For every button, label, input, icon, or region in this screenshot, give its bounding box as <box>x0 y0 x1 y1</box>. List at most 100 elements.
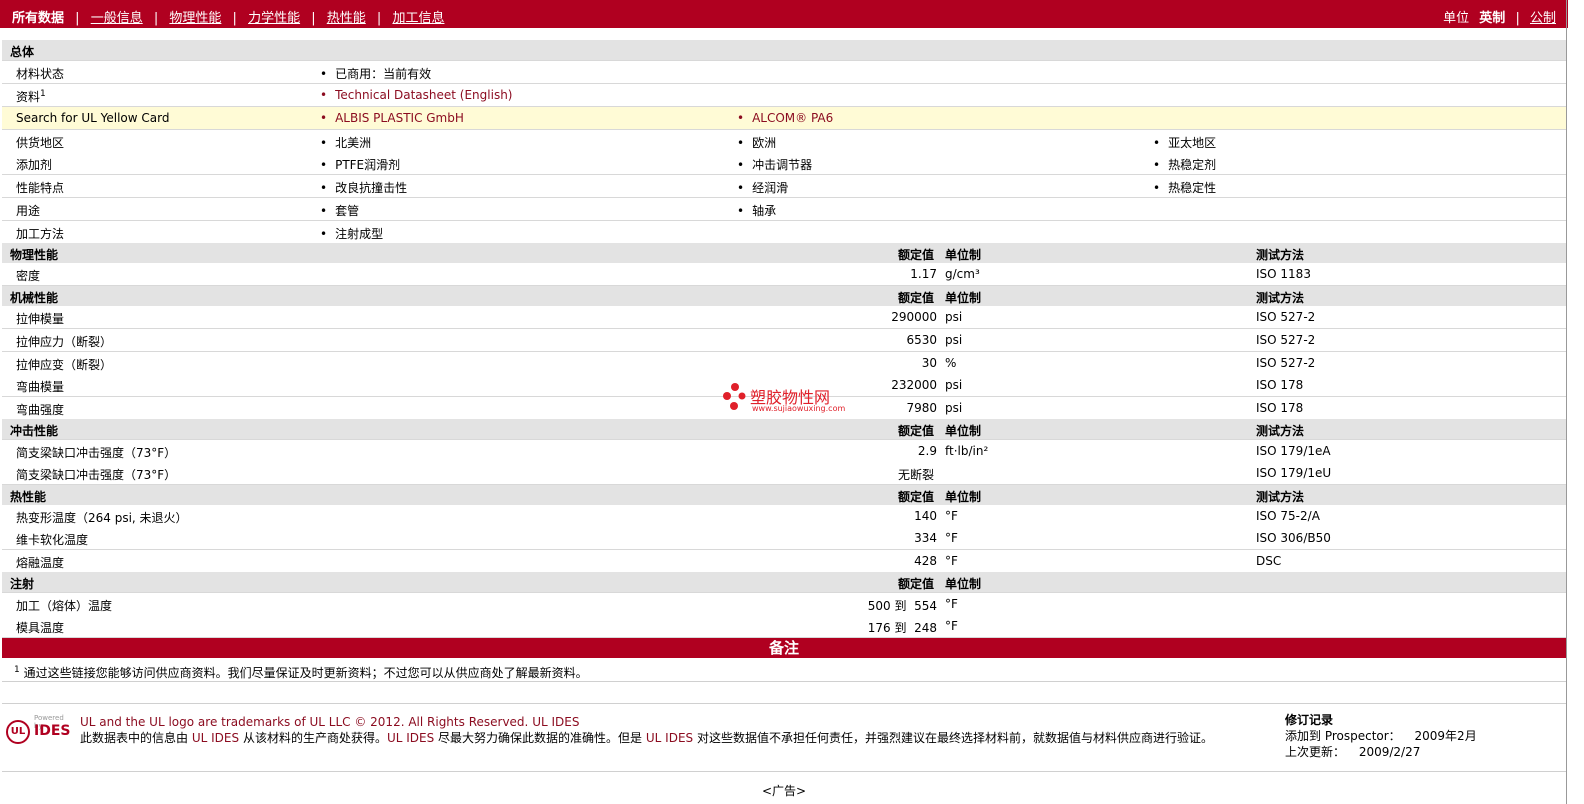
notes-header: 备注 <box>2 638 1566 658</box>
row-additives: 添加剂 PTFE润滑剂 冲击调节器 热稳定剂 <box>2 152 1566 175</box>
property-name: 拉伸应变（断裂） <box>16 358 113 372</box>
section-header-mechanical: 机械性能 额定值 单位制 测试方法 <box>2 286 1566 307</box>
ul-product-link[interactable]: ALCOM® PA6 <box>737 111 833 125</box>
supply-region: 欧洲 <box>737 134 776 151</box>
nav-processing[interactable]: 加工信息 <box>392 11 444 26</box>
watermark: 塑胶物性网 www.sujiaowuxing.com <box>722 382 845 415</box>
col-header-method: 测试方法 <box>1256 424 1305 438</box>
col-header-method: 测试方法 <box>1256 291 1305 305</box>
divider <box>2 771 1566 772</box>
test-method: ISO 527-2 <box>1256 333 1316 347</box>
additive-item: 冲击调节器 <box>737 156 812 173</box>
units-metric-link[interactable]: 公制 <box>1530 11 1556 26</box>
property-value: 334 <box>914 531 937 545</box>
col-header-unit: 单位制 <box>945 248 982 262</box>
property-unit: psi <box>945 310 963 324</box>
additive-item: PTFE润滑剂 <box>320 156 400 173</box>
row-resources: 资料1 Technical Datasheet (English) <box>2 84 1566 107</box>
row-ul-yellow-card: Search for UL Yellow Card ALBIS PLASTIC … <box>2 107 1566 130</box>
divider <box>2 703 1566 704</box>
ul-ides-link[interactable]: UL IDES <box>532 715 579 729</box>
nav-separator: | <box>75 11 80 26</box>
nav-physical[interactable]: 物理性能 <box>169 11 221 26</box>
section-title: 冲击性能 <box>10 424 59 438</box>
property-name: 拉伸应力（断裂） <box>16 335 113 349</box>
section-title: 物理性能 <box>10 248 59 262</box>
row-label: 材料状态 <box>16 67 65 81</box>
supply-region: 北美洲 <box>320 134 371 151</box>
top-nav-bar: 所有数据 | 一般信息 | 物理性能 | 力学性能 | 热性能 | 加工信息 单… <box>0 0 1568 28</box>
property-value: 500 到 554 <box>867 599 937 613</box>
test-method: ISO 527-2 <box>1256 310 1316 324</box>
col-header-unit: 单位制 <box>945 490 982 504</box>
table-row: 热变形温度（264 psi, 未退火） 140 °F ISO 75-2/A <box>2 505 1566 528</box>
logo-ul-text: UL <box>10 726 26 737</box>
row-supply: 供货地区 北美洲 欧洲 亚太地区 <box>2 130 1566 153</box>
use-item: 套管 <box>320 202 359 219</box>
row-process: 加工方法 注射成型 <box>2 221 1566 244</box>
property-value: 428 <box>914 554 937 568</box>
section-title: 机械性能 <box>10 291 59 305</box>
footer-disclaimer: UL and the UL logo are trademarks of UL … <box>80 714 1270 746</box>
trademark-line: UL and the UL logo are trademarks of UL … <box>80 715 580 729</box>
property-unit: °F <box>945 509 958 523</box>
property-value: 290000 <box>891 310 937 324</box>
row-label: 加工方法 <box>16 227 65 241</box>
table-row: 密度 1.17 g/cm³ ISO 1183 <box>2 263 1566 286</box>
row-label: 添加剂 <box>16 158 53 172</box>
section-nav: 所有数据 | 一般信息 | 物理性能 | 力学性能 | 热性能 | 加工信息 <box>12 7 444 26</box>
divider <box>2 681 1566 682</box>
col-header-value: 额定值 <box>898 424 935 438</box>
footnote-marker: 1 <box>14 665 20 675</box>
table-row: 简支梁缺口冲击强度（73°F） 2.9 ft·lb/in² ISO 179/1e… <box>2 440 1566 463</box>
nav-mechanical[interactable]: 力学性能 <box>248 11 300 26</box>
ul-supplier-link[interactable]: ALBIS PLASTIC GmbH <box>320 111 464 125</box>
process-item: 注射成型 <box>320 225 383 242</box>
revision-title: 修订记录 <box>1285 713 1334 727</box>
datasheet-link[interactable]: Technical Datasheet (English) <box>320 88 512 102</box>
row-features: 性能特点 改良抗撞击性 经润滑 热稳定性 <box>2 175 1566 198</box>
ul-ides-link[interactable]: UL IDES <box>192 731 239 745</box>
table-row: 模具温度 176 到 248 °F <box>2 615 1566 638</box>
watermark-url: www.sujiaowuxing.com <box>752 404 846 413</box>
supply-region: 亚太地区 <box>1153 134 1216 151</box>
table-row: 维卡软化温度 334 °F ISO 306/B50 <box>2 527 1566 550</box>
test-method: ISO 1183 <box>1256 267 1311 281</box>
section-title: 热性能 <box>10 490 47 504</box>
nav-all-data[interactable]: 所有数据 <box>12 11 64 26</box>
right-border <box>1566 0 1567 804</box>
property-value: 无断裂 <box>898 468 935 482</box>
col-header-value: 额定值 <box>898 577 935 591</box>
property-value: 140 <box>914 509 937 523</box>
notes-text: 1 通过这些链接您能够访问供应商资料。我们尽量保证及时更新资料；不过您可以从供应… <box>14 665 588 680</box>
col-header-unit: 单位制 <box>945 291 982 305</box>
units-separator: | <box>1515 11 1520 26</box>
property-value: 176 到 248 <box>867 621 937 635</box>
table-row: 拉伸应变（断裂） 30 % ISO 527-2 <box>2 352 1566 375</box>
nav-thermal[interactable]: 热性能 <box>327 11 366 26</box>
row-label: 性能特点 <box>16 181 65 195</box>
disclaimer-text: 此数据表中的信息由 UL IDES 从该材料的生产商处获得。UL IDES 尽最… <box>80 731 1213 745</box>
row-label: 资料1 <box>16 89 46 104</box>
property-unit: psi <box>945 378 963 392</box>
property-value: 1.17 <box>910 267 937 281</box>
row-label: Search for UL Yellow Card <box>16 111 170 125</box>
property-name: 热变形温度（264 psi, 未退火） <box>16 511 188 525</box>
ul-ides-link[interactable]: UL IDES <box>646 731 693 745</box>
table-row: 熔融温度 428 °F DSC <box>2 550 1566 573</box>
ul-ides-link[interactable]: UL IDES <box>387 731 434 745</box>
nav-general-info[interactable]: 一般信息 <box>91 11 143 26</box>
property-unit: °F <box>945 597 958 611</box>
ad-placeholder: <广告> <box>761 784 807 798</box>
test-method: ISO 178 <box>1256 401 1304 415</box>
property-unit: % <box>945 356 957 370</box>
test-method: DSC <box>1256 554 1282 568</box>
section-title: 总体 <box>10 45 35 59</box>
additive-item: 热稳定剂 <box>1153 156 1216 173</box>
section-header-general: 总体 <box>2 40 1566 61</box>
property-unit: g/cm³ <box>945 267 980 281</box>
table-row: 加工（熔体）温度 500 到 554 °F <box>2 593 1566 616</box>
property-unit: °F <box>945 554 958 568</box>
property-name: 密度 <box>16 269 41 283</box>
property-name: 熔融温度 <box>16 556 65 570</box>
